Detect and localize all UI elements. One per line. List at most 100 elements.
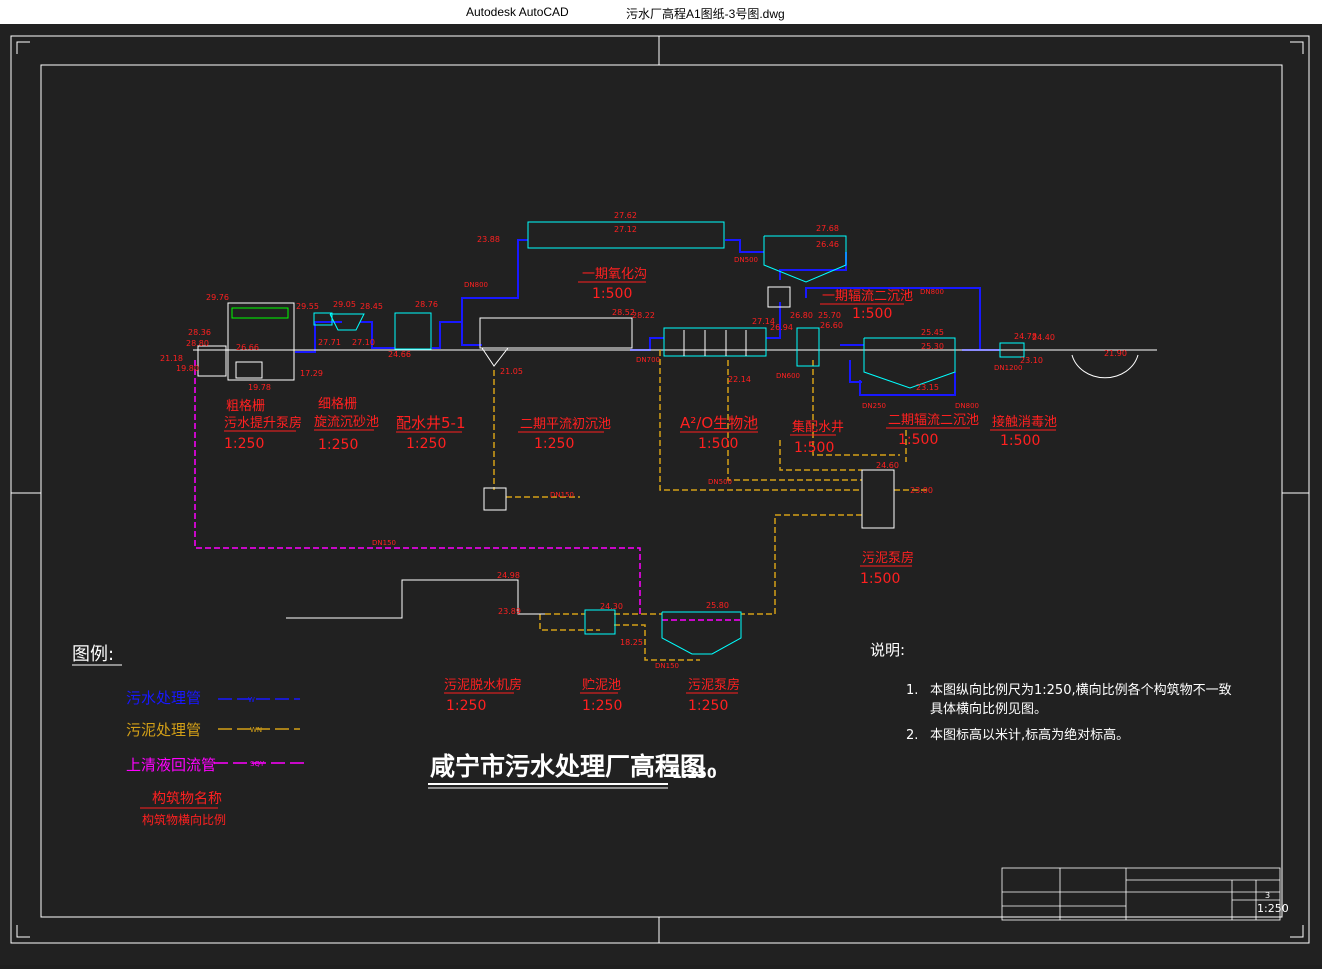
notes-item-text: 本图纵向比例尺为1:250,横向比例各个构筑物不一致 bbox=[930, 682, 1232, 698]
pipe-label: DN250 bbox=[862, 402, 886, 410]
elevation-label: 27.62 bbox=[614, 211, 637, 220]
elevation-label: 24.98 bbox=[497, 571, 520, 580]
elevation-label: 18.25 bbox=[620, 638, 643, 647]
main-title-scale: 1:250 bbox=[672, 766, 717, 782]
elevation-label: 26.94 bbox=[770, 323, 793, 332]
structure-name: 二期辐流二沉池 bbox=[888, 413, 979, 428]
file-name: 污水厂高程A1图纸-3号图.dwg bbox=[626, 7, 785, 21]
structure-scale: 1:250 bbox=[688, 698, 728, 714]
structure-name: 污泥泵房 bbox=[862, 550, 914, 566]
pipe-label: DN600 bbox=[776, 372, 800, 380]
drawing-canvas[interactable]: 27.62 27.12 27.68 26.46 23.88 29.76 29.5… bbox=[0, 24, 1322, 965]
elevation-label: 28.45 bbox=[360, 302, 383, 311]
return-pipe-network bbox=[194, 360, 741, 621]
structure-scale: 1:500 bbox=[898, 432, 938, 448]
pipe-label: DN800 bbox=[955, 402, 979, 410]
notes-item-number: 2. bbox=[906, 728, 918, 743]
elevation-label: 27.10 bbox=[352, 338, 375, 347]
pipe-label: DN700 bbox=[636, 356, 660, 364]
structure-name: 细格栅 bbox=[318, 396, 357, 412]
structure-name: 接触消毒池 bbox=[992, 414, 1057, 430]
elevation-label: 29.55 bbox=[296, 302, 319, 311]
structure-scale: 1:250 bbox=[318, 437, 358, 453]
elevation-label: 22.14 bbox=[728, 375, 751, 384]
structure-name: 贮泥池 bbox=[582, 678, 621, 693]
pipe-label: DN800 bbox=[920, 288, 944, 296]
notes-item-text: 本图标高以米计,标高为绝对标高。 bbox=[930, 727, 1129, 743]
structure-name: 污泥脱水机房 bbox=[444, 677, 522, 693]
title-block-text: 3 1:250 bbox=[1257, 891, 1289, 915]
legend-struct-scale: 构筑物横向比例 bbox=[142, 812, 226, 827]
app-name: Autodesk AutoCAD bbox=[466, 5, 569, 19]
elevation-label: 23.15 bbox=[916, 383, 939, 392]
elevation-label: 17.29 bbox=[300, 369, 323, 378]
elevation-label: 24.30 bbox=[600, 602, 623, 611]
elevation-label: 21.18 bbox=[160, 354, 183, 363]
elevation-label: 25.70 bbox=[818, 311, 841, 320]
elevation-label: 24.40 bbox=[1032, 333, 1055, 342]
elevation-label: 19.80 bbox=[176, 364, 199, 373]
notes-item-text: 具体横向比例见图。 bbox=[930, 701, 1047, 717]
elevation-label: 27.12 bbox=[614, 225, 637, 234]
structure-name: 二期平流初沉池 bbox=[520, 417, 611, 432]
structure-scale: 1:250 bbox=[406, 436, 446, 452]
structure-scale: 1:250 bbox=[582, 698, 622, 714]
notes-title: 说明: bbox=[870, 641, 905, 659]
notes-item-number: 1. bbox=[906, 683, 918, 698]
sheet-number: 3 bbox=[1265, 891, 1270, 900]
elevation-label: 29.05 bbox=[333, 300, 356, 309]
elevation-label: 28.80 bbox=[186, 339, 209, 348]
elevation-label: 26.66 bbox=[236, 343, 259, 352]
elevation-label: 23.89 bbox=[498, 607, 521, 616]
legend: 图例: 污水处理管 W 污泥处理管 WN 上清液回流管 SQY 构筑物名称 构筑… bbox=[72, 644, 308, 827]
pipe-label: DN500 bbox=[734, 256, 758, 264]
structure-name: A²/O生物池 bbox=[680, 414, 758, 432]
elevation-label: 26.46 bbox=[816, 240, 839, 249]
pipe-labels: DN800 DN500 DN800 DN1200 DN700 DN600 DN1… bbox=[372, 256, 1022, 670]
elevation-label: 25.80 bbox=[706, 601, 729, 610]
structure-name: 一期辐流二沉池 bbox=[822, 289, 913, 304]
elevation-label: 26.80 bbox=[790, 311, 813, 320]
pipe-label: DN1200 bbox=[994, 364, 1022, 372]
elevation-label: 23.88 bbox=[477, 235, 500, 244]
legend-return-pipe: 上清液回流管 bbox=[126, 756, 216, 774]
sludge-pipe-network bbox=[493, 350, 930, 661]
sheet-scale: 1:250 bbox=[1257, 902, 1289, 915]
structure-scale: 1:500 bbox=[794, 440, 834, 456]
legend-return-code: SQY bbox=[250, 760, 265, 768]
elevation-label: 29.76 bbox=[206, 293, 229, 302]
elevation-label: 27.68 bbox=[816, 224, 839, 233]
elevation-label: 23.10 bbox=[1020, 356, 1043, 365]
structure-scale: 1:500 bbox=[592, 286, 632, 302]
pipe-label: DN800 bbox=[464, 281, 488, 289]
notes: 说明: 1. 本图纵向比例尺为1:250,横向比例各个构筑物不一致 具体横向比例… bbox=[870, 641, 1232, 743]
structure-scale: 1:500 bbox=[852, 306, 892, 322]
window-title-bar: Autodesk AutoCAD 污水厂高程A1图纸-3号图.dwg bbox=[0, 0, 1322, 24]
structure-name: 粗格栅 bbox=[226, 398, 265, 414]
elevation-label: 26.60 bbox=[820, 321, 843, 330]
structure-scale: 1:250 bbox=[224, 436, 264, 452]
pipe-label: DN150 bbox=[372, 539, 396, 547]
structure-name: 配水井5-1 bbox=[396, 414, 466, 432]
structure-name: 污泥泵房 bbox=[688, 677, 740, 693]
structure-name: 集配水井 bbox=[792, 419, 844, 435]
pipe-label: DN500 bbox=[708, 478, 732, 486]
structure-name: 一期氧化沟 bbox=[582, 267, 647, 282]
structure-scale: 1:500 bbox=[698, 436, 738, 452]
elevation-label: 21.90 bbox=[1104, 349, 1127, 358]
legend-sludge-pipe: 污泥处理管 bbox=[126, 721, 201, 739]
main-title-text: 咸宁市污水处理厂高程图 bbox=[430, 752, 705, 781]
elevation-label: 28.36 bbox=[188, 328, 211, 337]
elevation-label: 24.66 bbox=[388, 350, 411, 359]
elevation-label: 28.76 bbox=[415, 300, 438, 309]
elevation-label: 28.22 bbox=[632, 311, 655, 320]
structure-name: 污水提升泵房 bbox=[224, 415, 302, 431]
drawing-svg[interactable]: 27.62 27.12 27.68 26.46 23.88 29.76 29.5… bbox=[0, 24, 1322, 965]
elevation-label: 19.78 bbox=[248, 383, 271, 392]
title-block bbox=[1001, 867, 1281, 921]
legend-struct-name: 构筑物名称 bbox=[152, 791, 222, 807]
elevation-label: 23.00 bbox=[910, 486, 933, 495]
main-title: 咸宁市污水处理厂高程图 1:250 bbox=[428, 752, 717, 789]
pipe-label: DN150 bbox=[655, 662, 679, 670]
structure-name: 旋流沉砂池 bbox=[314, 415, 379, 430]
